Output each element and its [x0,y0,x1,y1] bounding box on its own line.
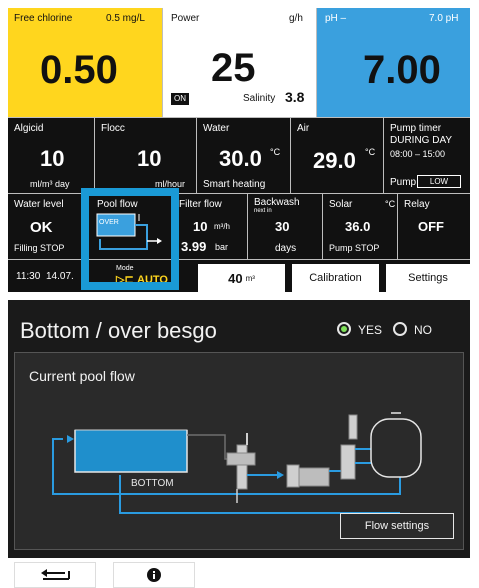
flocc-tile[interactable]: Flocc 10 ml/hour [95,118,197,194]
pump-timer-window: 08:00 – 15:00 [390,149,446,159]
air-temp-tile[interactable]: Air 29.0 °C [291,118,384,194]
power-value: 25 [211,46,256,90]
air-unit: °C [365,147,376,157]
free-chlorine-value: 0.50 [40,48,118,92]
mode-icon: ▷⊏ [116,274,134,286]
filter-pressure-value: 3.99 [181,239,207,254]
water-temp-tile[interactable]: Water 30.0 °C Smart heating [197,118,291,194]
calibration-label: Calibration [309,272,362,284]
free-chlorine-label: Free chlorine [14,13,73,24]
filter-flow-unit: m³/h [214,222,230,231]
screen-title: Bottom / over besgo [20,318,217,343]
pump-timer-label: Pump timer [390,123,442,134]
water-value: 30.0 [219,146,262,171]
pump-timer-mode: DURING DAY [390,135,453,146]
flocc-unit: ml/hour [155,179,186,189]
mode-value[interactable]: AUTO [137,275,168,286]
yes-radio[interactable] [337,322,351,336]
flow-settings-button[interactable]: Flow settings [340,513,454,539]
solar-value: 36.0 [345,219,371,234]
smart-heating-label: Smart heating [203,179,266,190]
air-value: 29.0 [313,148,356,173]
info-button[interactable] [113,562,195,588]
bottom-nav [0,560,479,588]
back-button[interactable] [14,562,96,588]
clock-time: 11:30 [16,271,41,282]
algicid-label: Algicid [14,123,44,134]
clock-date: 14.07. [46,271,74,282]
bottom-drain-label: BOTTOM [131,478,174,489]
salinity-value: 3.8 [285,89,305,105]
pool-volume-button[interactable]: 40 m³ [198,264,285,292]
ph-tile[interactable]: pH – 7.0 pH 7.00 [317,8,470,118]
free-chlorine-setpoint: 0.5 mg/L [106,13,145,24]
filter-flow-label: Filter flow [179,199,222,210]
free-chlorine-tile[interactable]: Free chlorine 0.5 mg/L 0.50 [8,8,163,118]
pump-label: Pump [390,177,417,188]
pump-timer-tile[interactable]: Pump timer DURING DAY 08:00 – 15:00 Pump… [384,118,470,194]
ph-value: 7.00 [363,48,441,92]
pool-flow-badge: OVER [99,219,119,226]
relay-value: OFF [418,219,444,234]
pool-flow-mini-diagram: OVER [96,213,162,250]
solar-unit: °C [385,199,396,209]
status-bar: 11:30 14.07. Mode ▷⊏ AUTO 40 m³ Calibrat… [8,260,470,292]
pool-volume-unit: m³ [245,273,255,283]
solar-label: Solar [329,199,353,210]
pool-volume-value: 40 [228,270,243,286]
relay-tile[interactable]: Relay OFF [398,194,470,260]
ph-label: pH – [325,13,347,24]
flow-settings-label: Flow settings [364,520,430,532]
filling-status: Filling STOP [14,243,65,253]
power-state-badge: ON [171,93,189,105]
flocc-label: Flocc [101,123,125,134]
backwash-next-in-label: next in [254,208,272,214]
relay-label: Relay [404,199,430,210]
algicid-tile[interactable]: Algicid 10 ml/m³ day [8,118,95,194]
filter-flow-value: 10 [193,219,208,234]
air-label: Air [297,123,310,134]
mode-label: Mode [116,265,134,272]
backwash-days-unit: days [275,243,297,254]
flow-panel: Current pool flow BOTTOM Flow settings [14,352,464,550]
water-level-value: OK [30,219,53,236]
settings-button[interactable]: Settings [386,264,470,292]
back-arrow-icon [41,569,70,580]
solar-tile[interactable]: Solar °C 36.0 Pump STOP [323,194,398,260]
algicid-unit: ml/m³ day [30,179,70,189]
water-level-label: Water level [14,199,64,210]
pool-flow-label: Pool flow [97,199,138,210]
pool-flow-screen: Bottom / over besgo YES NO Current pool … [8,300,470,558]
flocc-value: 10 [137,146,162,171]
pool-flow-tile[interactable]: Pool flow OVER [83,194,173,260]
pump-speed-value: LOW [417,175,461,188]
water-unit: °C [270,147,281,157]
water-label: Water [203,123,230,134]
yes-label: YES [358,323,383,337]
backwash-tile[interactable]: Backwash next in 30 days [248,194,323,260]
salinity-label: Salinity [243,93,276,104]
no-label: NO [414,323,432,337]
ph-setpoint: 7.0 pH [429,13,459,24]
main-dashboard: Free chlorine 0.5 mg/L 0.50 Power g/h 25… [8,8,470,292]
power-label: Power [171,13,200,24]
settings-label: Settings [408,272,448,284]
solar-pump-status: Pump STOP [329,243,380,253]
filter-flow-tile[interactable]: Filter flow 10 m³/h 3.99 bar [173,194,248,260]
backwash-label: Backwash [254,197,300,208]
algicid-value: 10 [40,146,65,171]
power-tile[interactable]: Power g/h 25 ON Salinity 3.8 [163,8,317,118]
backwash-days-value: 30 [275,219,290,234]
no-radio[interactable] [393,322,407,336]
water-level-tile[interactable]: Water level OK Filling STOP [8,194,83,260]
power-unit: g/h [289,13,303,24]
filter-pressure-unit: bar [215,242,229,252]
calibration-button[interactable]: Calibration [292,264,379,292]
info-icon [147,568,161,582]
